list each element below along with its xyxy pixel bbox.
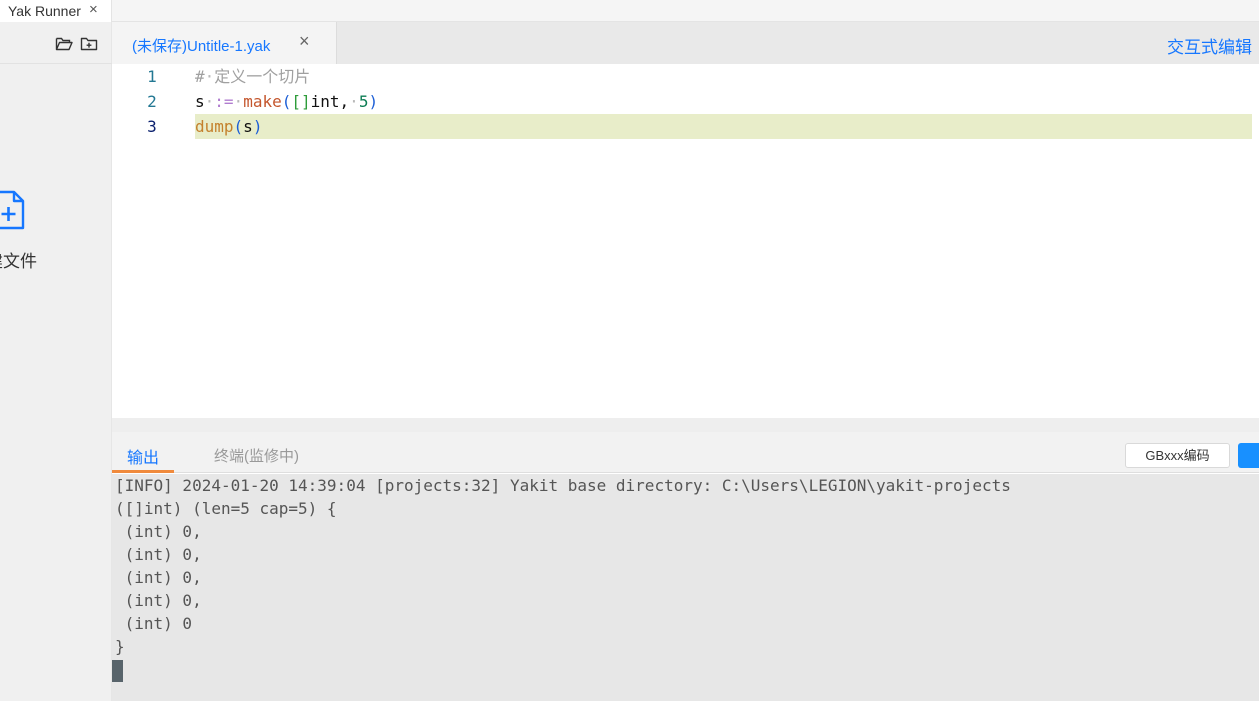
bracket-token: ) [252, 117, 263, 136]
code-line-active: 3 dump(s) [112, 114, 1259, 139]
line-text: s·:=·make([]int,·5) [195, 89, 378, 114]
panel-resize-handle[interactable] [112, 418, 1259, 432]
terminal-line: (int) 0, [115, 545, 202, 564]
terminal-line: ([]int) (len=5 cap=5) { [115, 499, 337, 518]
terminal-line: } [115, 637, 125, 656]
whitespace-token: · [204, 67, 215, 86]
close-icon[interactable]: × [89, 0, 98, 20]
code-line: 2 s·:=·make([]int,·5) [112, 89, 1259, 114]
tab-output-label: 输出 [127, 450, 160, 467]
sidebar-toolbar [0, 22, 112, 64]
bracket-token: ( [233, 117, 244, 136]
line-text: dump(s) [195, 114, 262, 139]
file-add-icon[interactable] [0, 190, 26, 230]
app-tab-yak-runner[interactable]: Yak Runner × [0, 0, 112, 22]
primary-action-button[interactable] [1238, 443, 1259, 468]
editor-tab-bar: (未保存)Untitle-1.yak × 交互式编辑 [112, 22, 1259, 64]
terminal-line: (int) 0, [115, 591, 202, 610]
editor-tab-untitle-1[interactable]: (未保存)Untitle-1.yak × [112, 22, 337, 64]
file-sidebar: 建文件 [0, 22, 112, 701]
line-number: 3 [147, 117, 157, 136]
whitespace-token: · [204, 92, 215, 111]
bracket-token: ) [368, 92, 379, 111]
number-token: 5 [358, 92, 369, 111]
editor-tab-label: (未保存)Untitle-1.yak [132, 38, 271, 55]
variable-token: s [243, 117, 253, 136]
line-number: 2 [147, 92, 157, 111]
tab-terminal[interactable]: 终端(监修中) [214, 445, 299, 466]
interactive-edit-link[interactable]: 交互式编辑 [1167, 33, 1252, 58]
tab-output[interactable]: 输出 [112, 432, 174, 473]
function-token: make [243, 92, 282, 111]
terminal-line: [INFO] 2024-01-20 14:39:04 [projects:32]… [115, 476, 1011, 495]
comment-token: 定义一个切片 [214, 67, 311, 86]
operator-token: := [214, 92, 234, 111]
comma-token: , [339, 92, 350, 111]
active-line-highlight [195, 114, 1252, 139]
new-file-label[interactable]: 建文件 [0, 247, 37, 272]
function-token: dump [195, 117, 234, 136]
terminal-line: (int) 0 [115, 614, 193, 633]
code-line: 1 #·定义一个切片 [112, 64, 1259, 89]
folder-add-icon[interactable] [80, 36, 98, 52]
output-panel-tabs: 输出 终端(监修中) GBxxx编码 [112, 432, 1259, 473]
active-tab-indicator [112, 470, 174, 473]
terminal-cursor [112, 660, 123, 682]
bracket-token: ( [281, 92, 292, 111]
app-tab-title: Yak Runner [8, 3, 81, 19]
encoding-button[interactable]: GBxxx编码 [1125, 443, 1230, 468]
bracket-token: [] [291, 92, 311, 111]
output-terminal[interactable]: [INFO] 2024-01-20 14:39:04 [projects:32]… [112, 474, 1259, 701]
folder-open-icon[interactable] [55, 36, 73, 52]
variable-token: s [195, 92, 205, 111]
terminal-line: (int) 0, [115, 568, 202, 587]
whitespace-token: · [349, 92, 359, 111]
code-editor[interactable]: 1 #·定义一个切片 2 s·:=·make([]int,·5) 3 dump(… [112, 64, 1259, 418]
line-text: #·定义一个切片 [195, 64, 310, 89]
line-number: 1 [147, 67, 157, 86]
type-token: int [310, 92, 340, 111]
terminal-line: (int) 0, [115, 522, 202, 541]
whitespace-token: · [233, 92, 244, 111]
comment-token: # [195, 67, 205, 86]
app-tab-bar: Yak Runner × [0, 0, 1259, 22]
close-icon[interactable]: × [299, 31, 310, 52]
